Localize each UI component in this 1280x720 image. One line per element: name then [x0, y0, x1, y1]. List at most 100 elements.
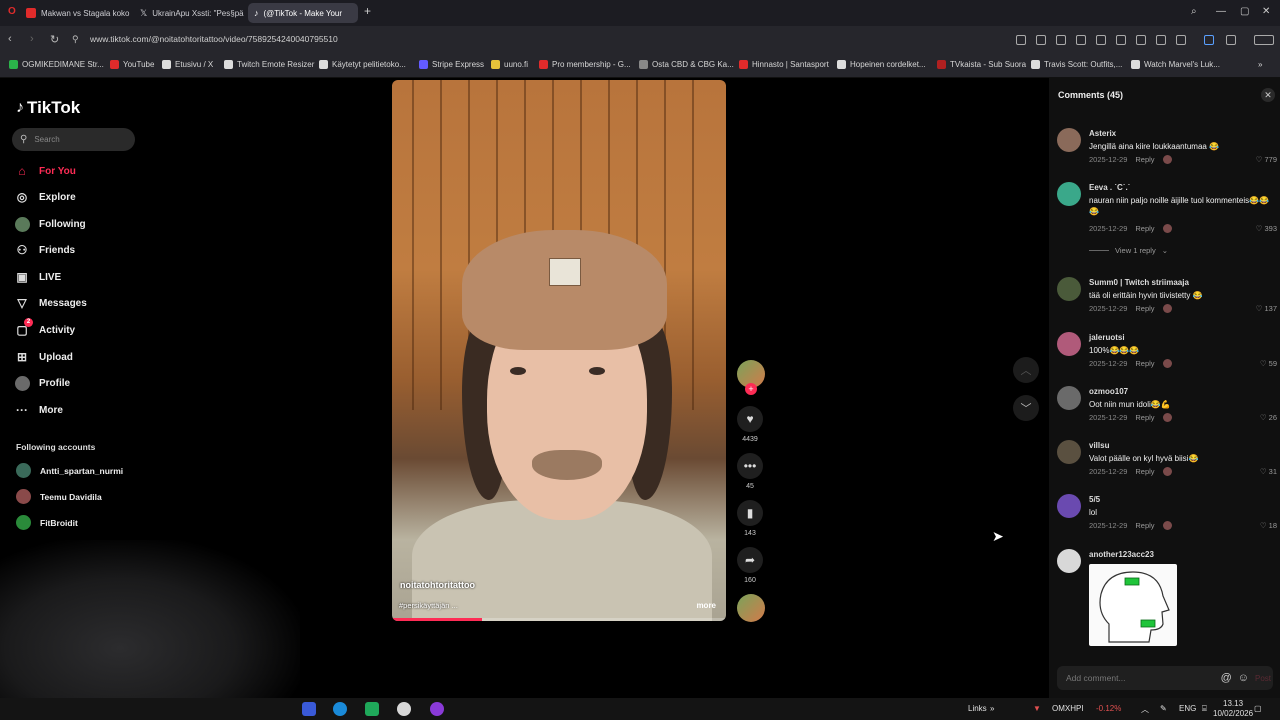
- tiktok-logo[interactable]: ♪ TikTok: [16, 98, 80, 118]
- search-tabs-icon[interactable]: ⌕: [1191, 6, 1197, 17]
- nav-messages[interactable]: ▽ Messages: [14, 295, 86, 311]
- close-comments-icon[interactable]: ✕: [1261, 88, 1275, 102]
- following-account[interactable]: Antti_spartan_nurmi: [16, 463, 123, 478]
- nav-live[interactable]: ▣ LIVE: [14, 269, 61, 285]
- extension-icon[interactable]: [1116, 35, 1126, 45]
- opera-logo-icon[interactable]: O: [8, 6, 16, 17]
- new-tab-icon[interactable]: +: [364, 4, 371, 18]
- stock-ticker[interactable]: OMXHPI: [1052, 704, 1084, 713]
- video-player[interactable]: noitatohtoritattoo #persikäyttäjän ... m…: [392, 80, 726, 621]
- reply-button[interactable]: Reply: [1135, 359, 1154, 368]
- comment-username[interactable]: villsu: [1089, 441, 1109, 450]
- site-info-icon[interactable]: ⚲: [72, 34, 79, 45]
- post-button[interactable]: Post: [1255, 674, 1271, 683]
- ai-extension-icon[interactable]: [1254, 35, 1274, 45]
- minimize-icon[interactable]: —: [1216, 6, 1226, 17]
- maximize-icon[interactable]: ▢: [1240, 6, 1249, 17]
- avatar[interactable]: [1057, 440, 1081, 464]
- heart-icon[interactable]: ♥: [737, 406, 763, 432]
- bookmark[interactable]: Twitch Emote Resizer: [224, 60, 314, 69]
- extension-icon[interactable]: [1226, 35, 1236, 45]
- comment-username[interactable]: ozmoo107: [1089, 387, 1128, 396]
- comment-username[interactable]: Summ0 | Twitch striimaaja: [1089, 278, 1189, 287]
- bookmark[interactable]: Pro membership - G...: [539, 60, 631, 69]
- previous-video-chevron-up-icon[interactable]: ︿: [1013, 357, 1039, 383]
- avatar[interactable]: [1057, 549, 1081, 573]
- bookmark[interactable]: YouTube: [110, 60, 154, 69]
- bookmark[interactable]: Hopeinen cordelket...: [837, 60, 926, 69]
- bookmark[interactable]: Osta CBD & CBG Ka...: [639, 60, 734, 69]
- reply-button[interactable]: Reply: [1135, 155, 1154, 164]
- add-comment-input[interactable]: Add comment... @ ☺ Post: [1057, 666, 1273, 690]
- pen-icon[interactable]: ✎: [1160, 704, 1167, 713]
- extension-icon[interactable]: [1096, 35, 1106, 45]
- tab-1[interactable]: Makwan vs Stagala koko |: [20, 3, 130, 23]
- following-account[interactable]: Teemu Davidila: [16, 489, 102, 504]
- nav-more[interactable]: ··· More: [14, 402, 63, 418]
- comment-action[interactable]: ••• 45: [735, 453, 765, 490]
- video-caption[interactable]: #persikäyttäjän ...: [399, 601, 458, 610]
- bookmark[interactable]: TVkaista - Sub Suora: [937, 60, 1026, 69]
- network-icon[interactable]: ⌸: [1202, 704, 1207, 714]
- extension-icon[interactable]: [1176, 35, 1186, 45]
- comment-likes[interactable]: ♡ 31: [1260, 467, 1277, 476]
- forward-icon[interactable]: ›: [30, 33, 34, 45]
- caption-more-button[interactable]: more: [696, 601, 716, 610]
- comment-likes[interactable]: ♡ 59: [1260, 359, 1277, 368]
- avatar[interactable]: [1057, 277, 1081, 301]
- nav-for-you[interactable]: ⌂ For You: [14, 163, 75, 179]
- comment-username[interactable]: jaleruotsi: [1089, 333, 1125, 342]
- reply-button[interactable]: Reply: [1135, 467, 1154, 476]
- avatar[interactable]: [1057, 386, 1081, 410]
- reply-button[interactable]: Reply: [1135, 224, 1154, 233]
- links-toolbar[interactable]: Links: [968, 704, 987, 713]
- nav-following[interactable]: Following: [14, 216, 86, 232]
- nav-activity[interactable]: ▢ 2 Activity: [14, 318, 75, 338]
- view-replies-button[interactable]: View 1 reply ⌄: [1089, 246, 1168, 255]
- chevron-right-icon[interactable]: »: [990, 704, 994, 713]
- nav-profile[interactable]: Profile: [14, 375, 70, 391]
- extension-icon[interactable]: [1136, 35, 1146, 45]
- bookmark[interactable]: Travis Scott: Outfits,...: [1031, 60, 1122, 69]
- bookmark[interactable]: Etusivu / X: [162, 60, 213, 69]
- extension-icon[interactable]: [1016, 35, 1026, 45]
- taskbar-app-icon[interactable]: [365, 702, 379, 716]
- like-action[interactable]: ♥ 4439: [735, 406, 765, 443]
- following-account[interactable]: FitBroidit: [16, 515, 78, 530]
- avatar[interactable]: [1057, 128, 1081, 152]
- bookmark[interactable]: Stripe Express: [419, 60, 484, 69]
- reply-button[interactable]: Reply: [1135, 304, 1154, 313]
- edge-browser-icon[interactable]: [333, 702, 347, 716]
- tab-2[interactable]: 𝕏 UkrainApu Xssti: "Pes§pä: [134, 3, 244, 23]
- language-indicator[interactable]: ENG: [1179, 704, 1196, 713]
- mention-icon[interactable]: @: [1221, 672, 1232, 684]
- back-icon[interactable]: ‹: [8, 33, 12, 45]
- clock[interactable]: 13.13 10/02/2026: [1213, 699, 1253, 719]
- video-progress-bar[interactable]: [392, 618, 726, 621]
- bookmark[interactable]: Hinnasto | Santasport: [739, 60, 829, 69]
- bookmark[interactable]: Käytetyt pelitietoko...: [319, 60, 406, 69]
- video-author[interactable]: noitatohtoritattoo: [400, 580, 475, 590]
- extension-icon[interactable]: [1156, 35, 1166, 45]
- comment-username[interactable]: another123acc23: [1089, 550, 1154, 559]
- search-input[interactable]: ⚲ Search: [12, 128, 135, 151]
- comment-likes[interactable]: ♡ 779: [1256, 155, 1277, 164]
- nav-explore[interactable]: ◎ Explore: [14, 189, 76, 205]
- bookmark[interactable]: OGMIKEDIMANE Str...: [9, 60, 104, 69]
- comment-likes[interactable]: ♡ 137: [1256, 304, 1277, 313]
- comment-username[interactable]: Eeva . ˙C˙.˙: [1089, 183, 1130, 192]
- comment-likes[interactable]: ♡ 26: [1260, 413, 1277, 422]
- bookmark-icon[interactable]: ▮: [737, 500, 763, 526]
- comment-bubble-icon[interactable]: •••: [737, 453, 763, 479]
- tab-3-active[interactable]: ♪ (@TikTok - Make Your: [248, 3, 358, 23]
- close-window-icon[interactable]: ✕: [1262, 6, 1270, 17]
- nav-upload[interactable]: ⊞ Upload: [14, 349, 73, 365]
- bookmarks-overflow-icon[interactable]: »: [1258, 60, 1262, 69]
- taskbar-app-icon[interactable]: [430, 702, 444, 716]
- avatar[interactable]: [1057, 332, 1081, 356]
- taskbar-app-icon[interactable]: [302, 702, 316, 716]
- reload-icon[interactable]: ↻: [50, 33, 59, 46]
- share-arrow-icon[interactable]: ➦: [737, 547, 763, 573]
- extension-icon[interactable]: [1204, 35, 1214, 45]
- extension-icon[interactable]: [1036, 35, 1046, 45]
